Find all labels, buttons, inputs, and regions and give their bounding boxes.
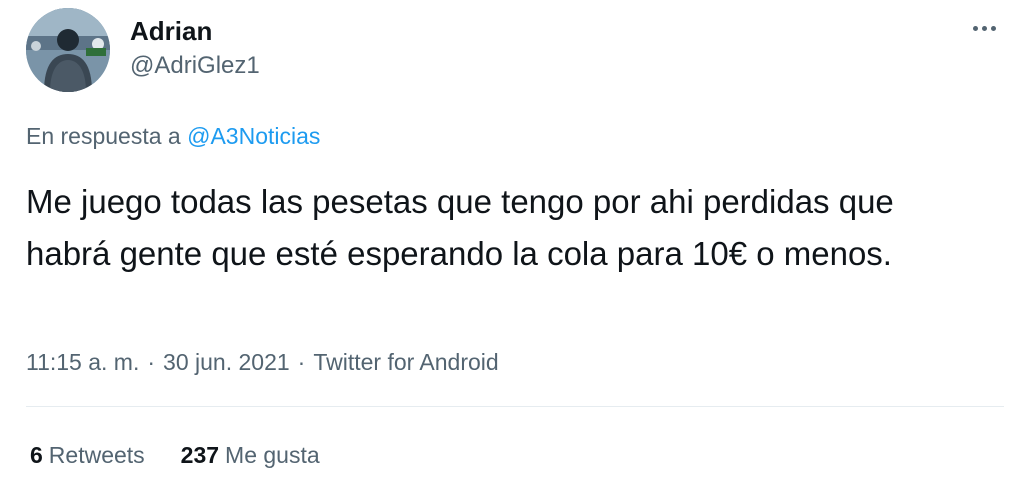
retweets-count: 6 — [30, 442, 43, 468]
meta-separator: · — [297, 349, 306, 375]
reply-to-link[interactable]: @A3Noticias — [187, 123, 320, 149]
tweet-card: Adrian @AdriGlez1 En respuesta a @A3Noti… — [0, 0, 1024, 489]
tweet-metadata: 11:15 a. m. · 30 jun. 2021 · Twitter for And… — [26, 348, 499, 376]
more-horizontal-icon — [990, 25, 996, 31]
avatar[interactable] — [26, 8, 110, 92]
tweet-date[interactable]: 30 jun. 2021 — [163, 349, 290, 375]
tweet-time[interactable]: 11:15 a. m. — [26, 349, 139, 375]
reply-prefix: En respuesta a — [26, 123, 181, 149]
tweet-source[interactable]: Twitter for Android — [313, 349, 498, 375]
reply-context: En respuesta a @A3Noticias — [26, 122, 320, 150]
likes-label: Me gusta — [225, 442, 320, 468]
retweets-label: Retweets — [48, 442, 145, 468]
user-handle[interactable]: @AdriGlez1 — [130, 52, 260, 80]
divider — [26, 406, 1004, 407]
likes-stat[interactable]: 237 Me gusta — [181, 441, 320, 469]
meta-separator: · — [147, 349, 156, 375]
more-horizontal-icon — [981, 25, 987, 31]
more-horizontal-icon — [972, 25, 978, 31]
tweet-text: Me juego todas las pesetas que tengo por… — [26, 183, 894, 272]
likes-count: 237 — [180, 442, 220, 468]
retweets-stat[interactable]: 6 Retweets — [30, 441, 145, 469]
display-name[interactable]: Adrian — [130, 16, 212, 46]
user-avatar-icon — [26, 8, 110, 92]
tweet-stats: 6 Retweets 237 Me gusta — [30, 441, 320, 469]
more-options-button[interactable] — [968, 16, 1000, 40]
